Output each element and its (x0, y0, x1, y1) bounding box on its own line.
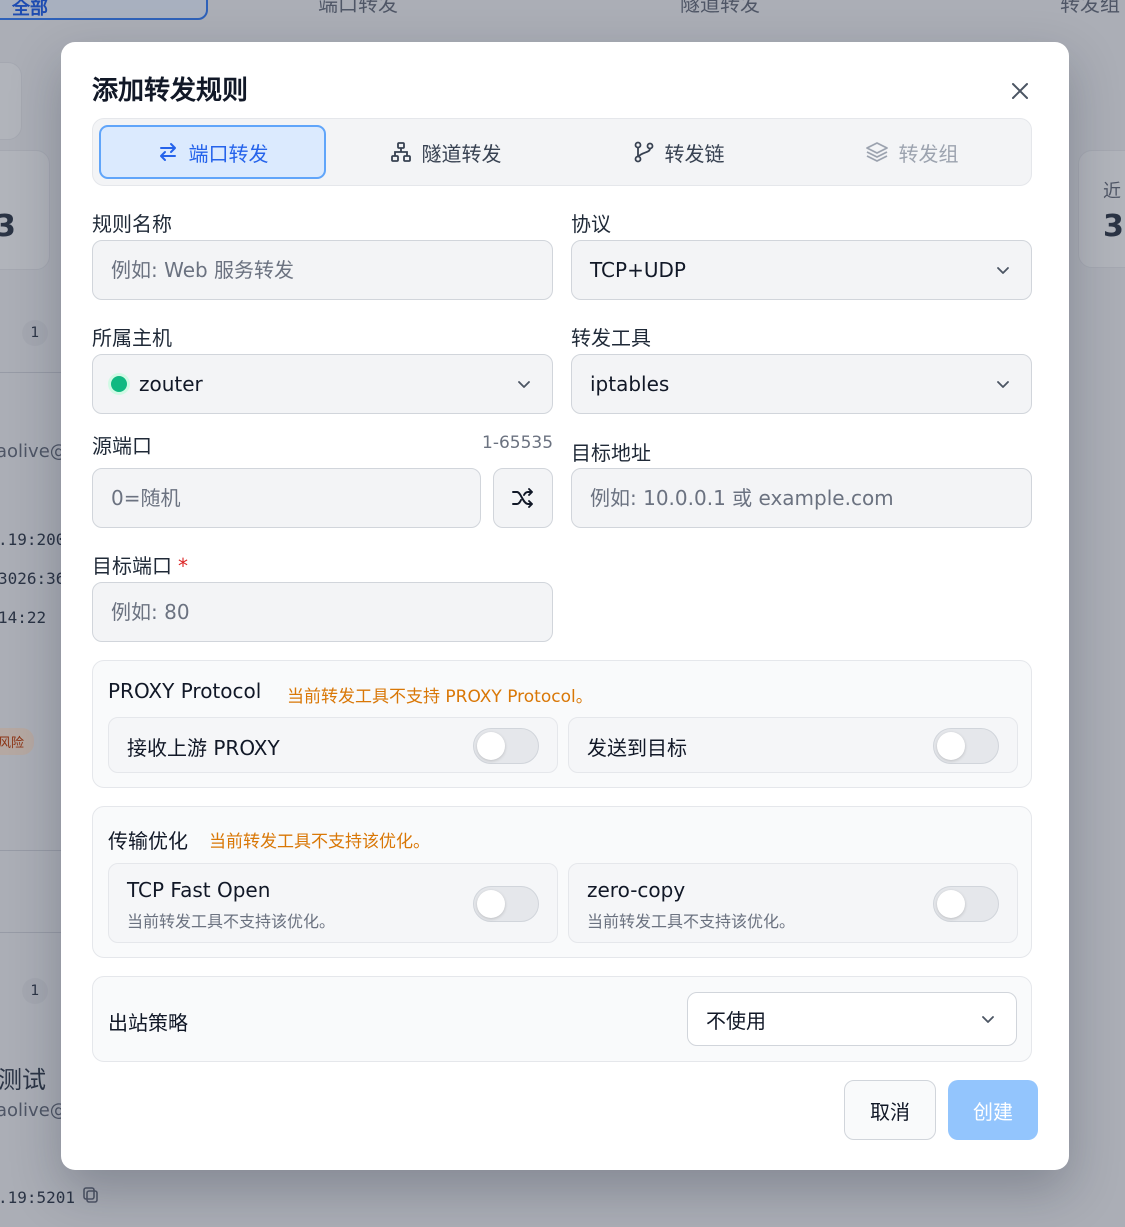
transport-optimization-section: 传输优化 当前转发工具不支持该优化。 TCP Fast Open 当前转发工具不… (92, 806, 1032, 958)
rule-name-label: 规则名称 (92, 212, 172, 236)
receive-proxy-label: 接收上游 PROXY (127, 736, 280, 760)
forward-tool-value: iptables (590, 372, 670, 396)
tab-tunnel-forward[interactable]: 隧道转发 (332, 125, 559, 179)
outbound-strategy-select[interactable]: 不使用 (687, 992, 1017, 1046)
zero-copy-subtitle: 当前转发工具不支持该优化。 (587, 912, 796, 931)
target-address-label: 目标地址 (571, 441, 651, 465)
host-select[interactable]: zouter (92, 354, 553, 414)
forward-tool-select[interactable]: iptables (571, 354, 1032, 414)
cancel-button[interactable]: 取消 (844, 1080, 936, 1140)
chevron-down-icon (997, 381, 1009, 388)
proxy-protocol-warning: 当前转发工具不支持 PROXY Protocol。 (287, 687, 593, 707)
rule-name-input[interactable] (92, 240, 553, 300)
receive-proxy-option: 接收上游 PROXY (108, 717, 558, 773)
target-port-label-text: 目标端口 (92, 554, 172, 578)
host-label: 所属主机 (92, 326, 172, 350)
online-status-dot (111, 376, 127, 392)
tcp-fast-open-toggle[interactable] (473, 886, 539, 922)
shuffle-icon (512, 488, 533, 508)
zero-copy-option: zero-copy 当前转发工具不支持该优化。 (568, 863, 1018, 943)
tab-label: 端口转发 (188, 141, 269, 166)
required-mark: * (178, 554, 188, 578)
outbound-strategy-section: 出站策略 不使用 (92, 976, 1032, 1062)
target-address-input[interactable] (571, 468, 1032, 528)
source-port-range-hint: 1-65535 (482, 433, 554, 453)
close-button[interactable] (1005, 76, 1035, 106)
toggle-knob (477, 732, 505, 760)
protocol-label: 协议 (571, 212, 611, 236)
target-port-label: 目标端口 * (92, 550, 188, 579)
outbound-strategy-label: 出站策略 (108, 1011, 188, 1035)
source-port-label: 源端口 (92, 434, 152, 458)
create-button[interactable]: 创建 (948, 1080, 1038, 1140)
tcp-fast-open-option: TCP Fast Open 当前转发工具不支持该优化。 (108, 863, 558, 943)
tab-label: 转发链 (664, 141, 725, 166)
send-proxy-option: 发送到目标 (568, 717, 1018, 773)
add-forward-rule-dialog: 添加转发规则 端口转发 隧道转发 转发链 转发组 规则名称 协议 TCP+UDP… (61, 42, 1069, 1170)
forward-tool-label: 转发工具 (571, 326, 651, 350)
chevron-down-icon (982, 1016, 994, 1023)
zero-copy-toggle[interactable] (933, 886, 999, 922)
layers-icon (865, 142, 888, 162)
network-icon (390, 142, 411, 162)
protocol-value: TCP+UDP (590, 258, 686, 282)
tab-port-forward[interactable]: 端口转发 (99, 125, 326, 179)
close-icon (1012, 83, 1028, 99)
receive-proxy-toggle[interactable] (473, 728, 539, 764)
arrows-left-right-icon (159, 143, 176, 161)
transport-title: 传输优化 (108, 829, 188, 853)
tcp-fast-open-title: TCP Fast Open (127, 878, 271, 902)
tcp-fast-open-subtitle: 当前转发工具不支持该优化。 (127, 912, 336, 931)
proxy-protocol-title: PROXY Protocol (108, 679, 262, 703)
outbound-strategy-value: 不使用 (706, 1008, 766, 1033)
proxy-protocol-section: PROXY Protocol 当前转发工具不支持 PROXY Protocol。… (92, 660, 1032, 788)
zero-copy-title: zero-copy (587, 878, 686, 902)
send-proxy-toggle[interactable] (933, 728, 999, 764)
transport-warning: 当前转发工具不支持该优化。 (209, 832, 430, 852)
chevron-down-icon (997, 267, 1009, 274)
toggle-knob (937, 890, 965, 918)
dialog-title: 添加转发规则 (92, 76, 249, 106)
protocol-select[interactable]: TCP+UDP (571, 240, 1032, 300)
toggle-knob (477, 890, 505, 918)
tab-label: 隧道转发 (421, 141, 502, 166)
rule-type-tabs: 端口转发 隧道转发 转发链 转发组 (92, 118, 1032, 186)
source-port-input[interactable] (92, 468, 481, 528)
random-port-button[interactable] (493, 468, 553, 528)
tab-forward-group[interactable]: 转发组 (798, 125, 1025, 179)
toggle-knob (937, 732, 965, 760)
target-port-input[interactable] (92, 582, 553, 642)
chevron-down-icon (518, 381, 530, 388)
tab-forward-chain[interactable]: 转发链 (565, 125, 792, 179)
send-proxy-label: 发送到目标 (587, 736, 687, 760)
tab-label: 转发组 (898, 141, 959, 166)
git-branch-icon (634, 141, 653, 163)
host-value: zouter (139, 372, 203, 396)
